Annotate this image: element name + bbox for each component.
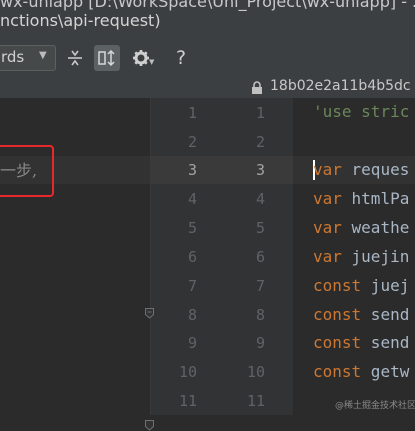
diff-toolbar: rds ▼ ▼ ? bbox=[0, 36, 415, 79]
left-line-number: 1 bbox=[187, 104, 197, 122]
code-line: var htmlPa bbox=[313, 189, 410, 208]
fold-marker-icon[interactable] bbox=[145, 308, 154, 319]
right-line-number: 9 bbox=[255, 334, 265, 352]
left-line-number: 5 bbox=[187, 219, 197, 237]
diff-path-title: nctions\api-request) bbox=[0, 11, 161, 30]
ignore-whitespace-dropdown[interactable]: rds ▼ bbox=[0, 45, 56, 71]
right-line-number: 1 bbox=[255, 104, 265, 122]
fold-marker-icon[interactable] bbox=[145, 420, 154, 431]
code-line: var juejin bbox=[313, 247, 410, 266]
collapse-unchanged-icon bbox=[68, 50, 82, 66]
chevron-down-icon: ▼ bbox=[39, 50, 47, 61]
right-line-number: 6 bbox=[255, 248, 265, 266]
right-line-number: 10 bbox=[246, 363, 265, 381]
code-line: var reques bbox=[313, 160, 410, 179]
right-line-number: 11 bbox=[246, 392, 265, 410]
dropdown-value: rds bbox=[1, 48, 25, 66]
right-line-number: 4 bbox=[255, 190, 265, 208]
left-line-number: 9 bbox=[187, 334, 197, 352]
annotation-highlight-box bbox=[0, 145, 54, 197]
help-icon: ? bbox=[175, 47, 187, 69]
code-line: const send bbox=[313, 305, 410, 324]
title-bar: wx-uniapp [D:\WorkSpace\Uni_Project\wx-u… bbox=[0, 0, 415, 36]
left-line-number: 6 bbox=[187, 248, 197, 266]
left-line-number: 8 bbox=[187, 306, 197, 324]
code-line: const getw bbox=[313, 362, 410, 381]
revision-info-bar: 18b02e2a11b4b5dc bbox=[0, 78, 415, 98]
code-line: const send bbox=[313, 333, 410, 352]
watermark: @稀土掘金技术社区 bbox=[335, 401, 415, 411]
left-line-number: 10 bbox=[178, 363, 197, 381]
right-line-number: 3 bbox=[255, 161, 265, 179]
side-by-side-viewer-button[interactable] bbox=[94, 45, 120, 71]
collapse-unchanged-button[interactable] bbox=[62, 45, 88, 71]
help-button[interactable]: ? bbox=[168, 45, 194, 71]
left-line-number: 11 bbox=[178, 392, 197, 410]
code-editor-pane[interactable]: 'use stric var reques var htmlPa var wea… bbox=[293, 98, 415, 415]
line-number-gutter: 1 2 3 4 5 6 7 8 9 10 11 1 2 3 4 5 6 7 8 … bbox=[145, 98, 307, 431]
side-by-side-icon bbox=[98, 49, 115, 67]
window-title: wx-uniapp [D:\WorkSpace\Uni_Project\wx-u… bbox=[0, 0, 415, 11]
left-line-number: 4 bbox=[187, 190, 197, 208]
right-line-number: 5 bbox=[255, 219, 265, 237]
settings-button[interactable]: ▼ bbox=[128, 45, 154, 71]
code-line: 'use stric bbox=[313, 102, 410, 121]
left-line-number: 2 bbox=[187, 133, 197, 151]
code-line: var weathe bbox=[313, 218, 410, 237]
lock-icon bbox=[252, 81, 262, 94]
left-line-number: 3 bbox=[187, 161, 197, 179]
right-line-number: 7 bbox=[255, 277, 265, 295]
revision-hash: 18b02e2a11b4b5dc bbox=[270, 78, 411, 94]
code-line: const juej bbox=[313, 276, 410, 295]
dropdown-arrow-icon: ▼ bbox=[149, 58, 155, 66]
right-line-number: 2 bbox=[255, 133, 265, 151]
gear-icon bbox=[133, 50, 149, 66]
right-line-number: 8 bbox=[255, 306, 265, 324]
left-line-number: 7 bbox=[187, 277, 197, 295]
